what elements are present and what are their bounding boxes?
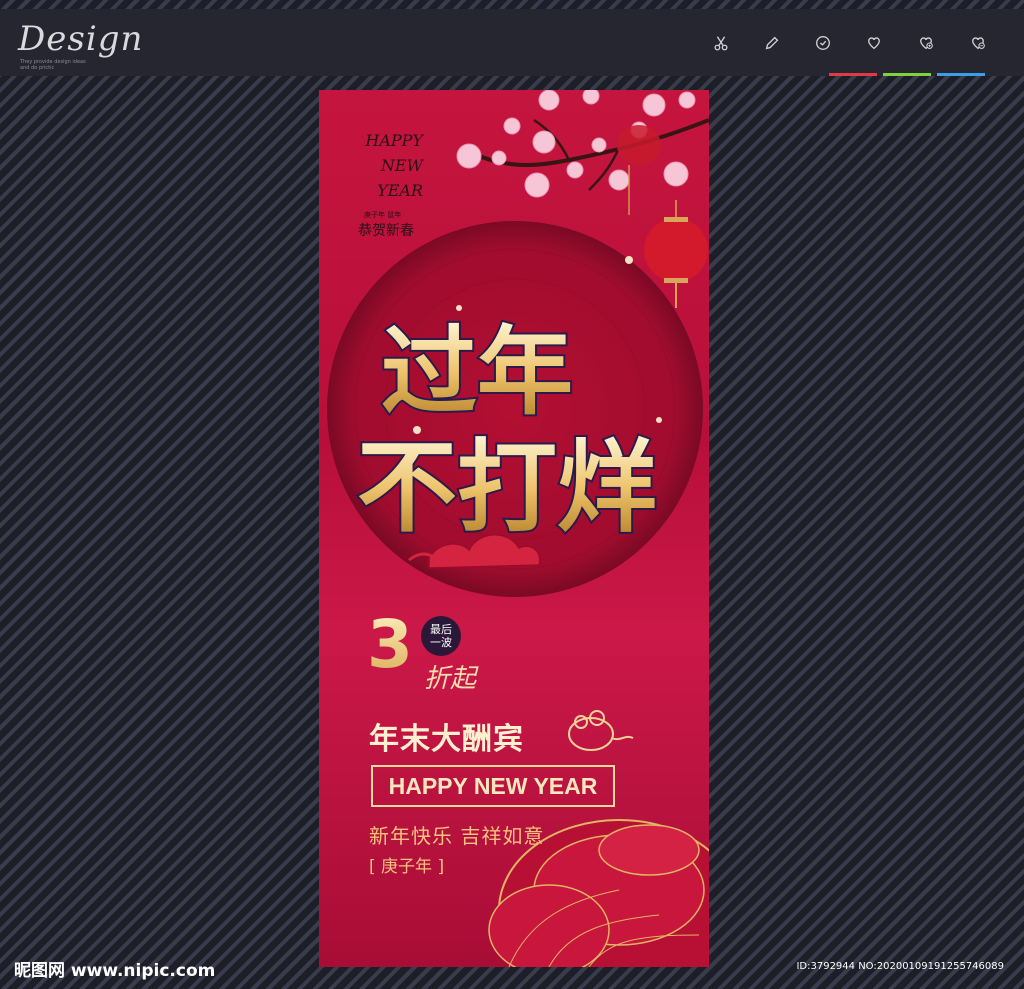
poster-image: HAPPY NEW YEAR 庚子年 鼠年 恭贺新春 过年 不打烊 3 最后 一… [319,90,709,967]
sale-headline: 年末大酬宾 [369,722,524,757]
year-label: [ 庚子年 ] [369,857,445,877]
favorite-add-button[interactable] [914,31,938,55]
last-wave-badge: 最后 一波 [421,616,461,656]
heart-add-icon [920,37,933,50]
edit-button[interactable] [760,31,784,55]
favorite-button[interactable] [862,31,886,55]
favorite-remove-button[interactable] [966,31,990,55]
discount-number: 3 [367,606,413,683]
clock-icon [816,36,830,50]
underline-red [829,73,877,76]
happy-new-year-box: HAPPY NEW YEAR [371,765,615,807]
heart-remove-icon [972,37,985,50]
underline-blue [937,73,985,76]
underline-green [883,73,931,76]
discount-suffix: 折起 [424,664,477,694]
logo-text: Design [18,19,144,59]
image-id-watermark: ID:3792944 NO:20200109191255746089 [796,961,1004,972]
badge-line-2: 一波 [430,636,452,649]
design-logo[interactable]: Design They provide design ideas and do … [16,13,146,73]
history-button[interactable] [811,31,835,55]
title-line-2: 不打烊 [357,429,657,546]
logo-tagline: They provide design ideas and do prictic [20,59,86,71]
title-line-1: 过年 [381,316,573,428]
scissors-button[interactable] [709,31,733,55]
pencil-icon [765,36,779,50]
blessing-text: 新年快乐 吉祥如意 [369,824,545,848]
heart-icon [868,37,880,50]
badge-line-1: 最后 [430,623,452,636]
site-watermark: 昵图网 www.nipic.com [14,961,216,981]
scissors-icon [714,36,728,51]
top-toolbar: Design They provide design ideas and do … [0,9,1024,76]
happy-new-year-text: HAPPY NEW YEAR [388,772,598,799]
